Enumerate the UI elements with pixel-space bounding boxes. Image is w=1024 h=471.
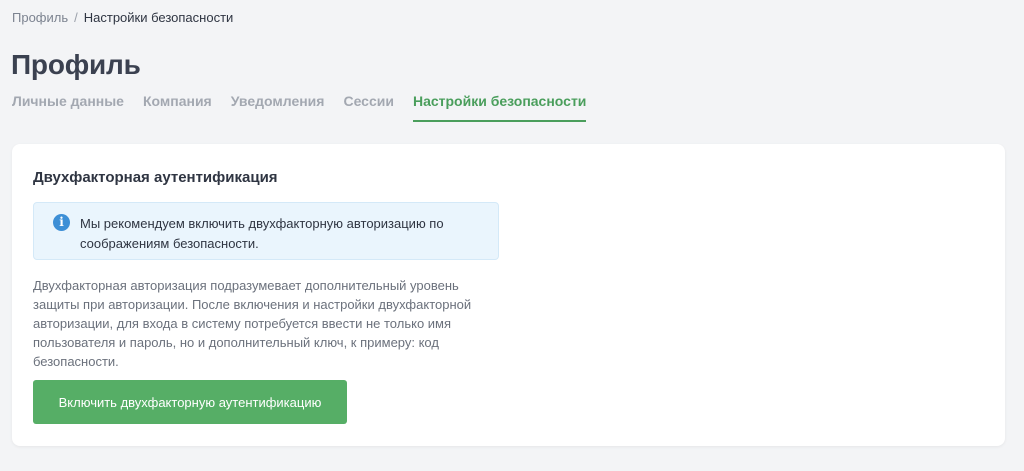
alert-message: Мы рекомендуем включить двухфакторную ав… — [80, 216, 444, 251]
tab-sessions[interactable]: Сессии — [343, 92, 394, 122]
info-icon: i — [53, 214, 70, 231]
enable-two-factor-button[interactable]: Включить двухфакторную аутентификацию — [33, 380, 347, 424]
two-factor-card: Двухфакторная аутентификация i Мы рекоме… — [12, 144, 1005, 446]
tab-notifications[interactable]: Уведомления — [231, 92, 325, 122]
breadcrumb-separator: / — [74, 10, 78, 25]
tab-personal-data[interactable]: Личные данные — [12, 92, 124, 122]
two-factor-description: Двухфакторная авторизация подразумевает … — [33, 278, 472, 369]
breadcrumb-link-profile[interactable]: Профиль — [12, 10, 68, 25]
tab-company[interactable]: Компания — [143, 92, 212, 122]
breadcrumb-current: Настройки безопасности — [83, 10, 234, 25]
recommendation-alert: i Мы рекомендуем включить двухфакторную … — [33, 202, 499, 260]
page-title: Профиль — [11, 49, 141, 80]
two-factor-title: Двухфакторная аутентификация — [33, 169, 278, 186]
tab-security-settings[interactable]: Настройки безопасности — [412, 92, 587, 122]
profile-tabs: Личные данные Компания Уведомления Сесси… — [12, 92, 605, 122]
profile-security-page: Профиль / Настройки безопасности Профиль Л… — [0, 0, 1024, 471]
breadcrumb: Профиль / Настройки безопасности — [12, 10, 233, 26]
